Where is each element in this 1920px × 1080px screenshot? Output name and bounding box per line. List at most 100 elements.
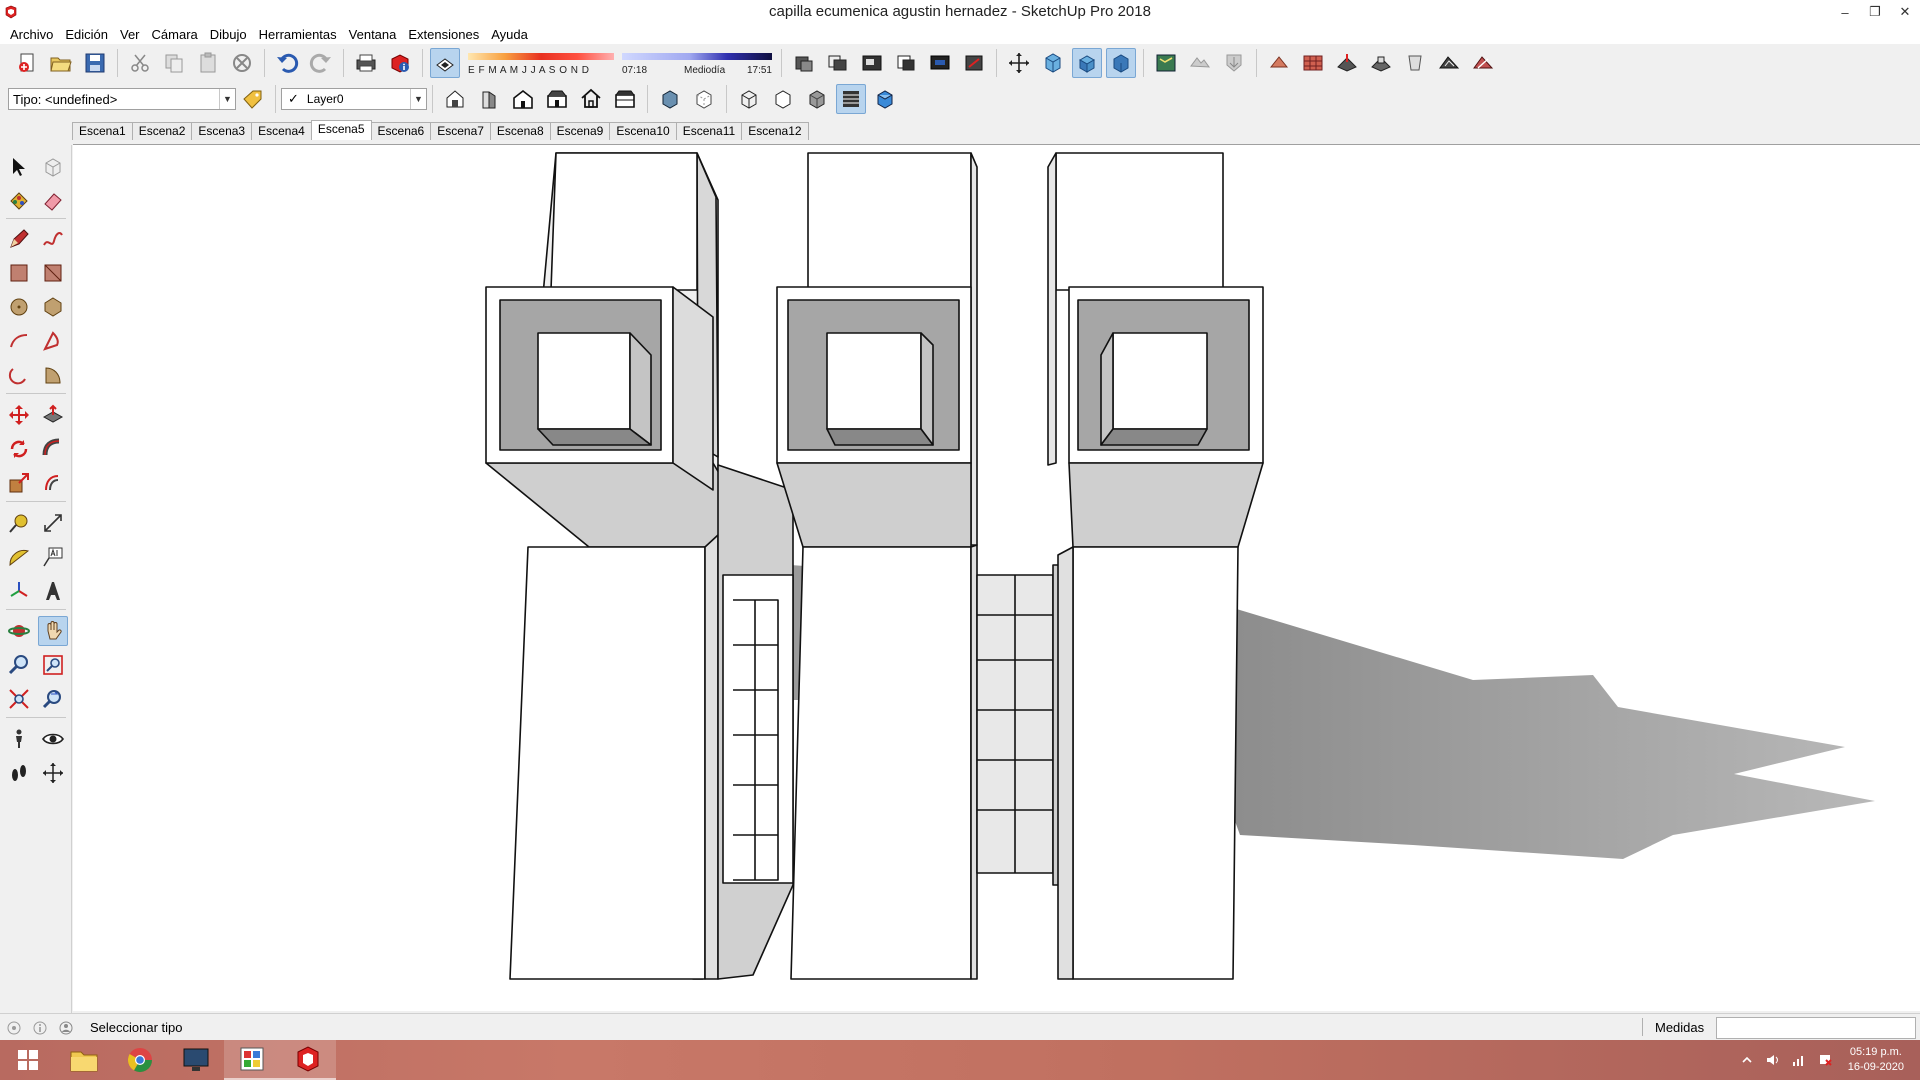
menu-ayuda[interactable]: Ayuda [485,27,534,42]
tab-escena2[interactable]: Escena2 [131,122,193,140]
add-detail-button[interactable] [1434,48,1464,78]
polygon-tool[interactable] [38,292,68,322]
restore-button[interactable]: ❐ [1860,0,1890,24]
tab-escena5[interactable]: Escena5 [310,120,372,140]
pan-tool[interactable] [38,616,68,646]
offset-tool[interactable] [38,468,68,498]
zoom-window-tool[interactable] [38,650,68,680]
tab-escena3[interactable]: Escena3 [191,122,253,140]
cut-button[interactable] [125,48,155,78]
position-camera-tool[interactable] [4,724,34,754]
tab-escena8[interactable]: Escena8 [489,122,551,140]
scale-component-button[interactable] [959,48,989,78]
rectangle-tool[interactable] [4,258,34,288]
arc-tool[interactable] [4,326,34,356]
user-account-icon[interactable] [58,1020,74,1036]
tab-escena7[interactable]: Escena7 [430,122,491,140]
stamp-button[interactable] [1366,48,1396,78]
make-component-tool[interactable] [38,152,68,182]
paste-button[interactable] [193,48,223,78]
menu-camara[interactable]: Cámara [146,27,204,42]
walk-tool[interactable] [4,758,34,788]
push-pull-tool[interactable] [38,400,68,430]
tag-type-select[interactable]: Tipo: <undefined> ▼ [8,88,236,110]
add-location-button[interactable] [1151,48,1181,78]
rotate-tool[interactable] [4,434,34,464]
follow-me-tool[interactable] [38,434,68,464]
menu-edicion[interactable]: Edición [59,27,114,42]
taskbar-sketchup[interactable] [280,1040,336,1080]
tab-escena9[interactable]: Escena9 [549,122,611,140]
text-tool[interactable] [38,542,68,572]
model-viewport[interactable] [73,144,1920,1011]
look-around-tool[interactable] [38,724,68,754]
front-view-button[interactable] [1106,47,1136,78]
measurements-input[interactable] [1716,1017,1916,1039]
menu-herramientas[interactable]: Herramientas [253,27,343,42]
line-tool[interactable] [4,224,34,254]
credits-info-icon[interactable] [32,1020,48,1036]
photo-textures-button[interactable] [1219,48,1249,78]
layer-select[interactable]: ✓ Layer0 ▼ [281,88,427,110]
save-button[interactable] [80,48,110,78]
generate-report-button[interactable] [857,48,887,78]
tag-tool-button[interactable] [238,84,268,114]
taskbar-chrome[interactable] [112,1040,168,1080]
view-front-house-button[interactable] [508,84,538,114]
back-edges-style-button[interactable] [689,84,719,114]
geo-location-icon[interactable] [6,1020,22,1036]
menu-extensiones[interactable]: Extensiones [402,27,485,42]
orbit-tool-button[interactable] [1004,48,1034,78]
scale-tool[interactable] [4,468,34,498]
hidden-line-style-button[interactable] [768,84,798,114]
tape-measure-tool[interactable] [4,508,34,538]
shadow-month-slider[interactable]: E F M A M J J A S O N D [466,47,616,79]
axes-tool[interactable] [4,576,34,606]
shadow-time-slider[interactable]: 07:18 Mediodía 17:51 [622,47,772,79]
print-button[interactable] [351,48,381,78]
chevron-up-icon[interactable] [1739,1052,1755,1068]
orbit-tool[interactable] [4,616,34,646]
clock[interactable]: 05:19 p.m. 16-09-2020 [1848,1045,1904,1075]
shadows-toggle-button[interactable] [430,47,460,78]
sandbox-from-contours-button[interactable] [1264,48,1294,78]
menu-dibujo[interactable]: Dibujo [204,27,253,42]
dimension-tool[interactable] [38,508,68,538]
menu-ventana[interactable]: Ventana [343,27,403,42]
menu-ver[interactable]: Ver [114,27,146,42]
eraser-tool[interactable] [38,186,68,216]
drape-button[interactable] [1400,48,1430,78]
circle-tool[interactable] [4,292,34,322]
tab-escena11[interactable]: Escena11 [675,122,743,140]
tab-escena4[interactable]: Escena4 [251,122,312,140]
model-info-button[interactable] [385,48,415,78]
shaded-textures-style-button[interactable] [836,84,866,114]
toggle-terrain-button[interactable] [1185,48,1215,78]
copy-button[interactable] [159,48,189,78]
wireframe-style-button[interactable] [734,84,764,114]
view-iso-house-button[interactable] [440,84,470,114]
rotated-rectangle-tool[interactable] [38,258,68,288]
notification-flag-icon[interactable] [1817,1052,1833,1068]
volume-icon[interactable] [1765,1052,1781,1068]
protractor-tool[interactable] [4,542,34,572]
iso-view-button[interactable] [1038,48,1068,78]
dynamic-components-button[interactable] [891,48,921,78]
component-options-button[interactable] [789,48,819,78]
network-signal-icon[interactable] [1791,1052,1807,1068]
freehand-tool[interactable] [38,224,68,254]
flip-edge-button[interactable] [1468,48,1498,78]
previous-view-tool[interactable] [38,684,68,714]
xray-style-button[interactable] [655,84,685,114]
new-file-button[interactable] [12,48,42,78]
paint-bucket-tool[interactable] [4,186,34,216]
tab-escena1[interactable]: Escena1 [72,122,133,140]
component-attributes-button[interactable] [823,48,853,78]
view-right-button[interactable] [474,84,504,114]
pie-tool[interactable] [38,360,68,390]
close-button[interactable]: ✕ [1890,0,1920,24]
interact-button[interactable] [925,48,955,78]
smoove-button[interactable] [1332,48,1362,78]
move-tool[interactable] [4,400,34,430]
two-point-arc-tool[interactable] [38,326,68,356]
